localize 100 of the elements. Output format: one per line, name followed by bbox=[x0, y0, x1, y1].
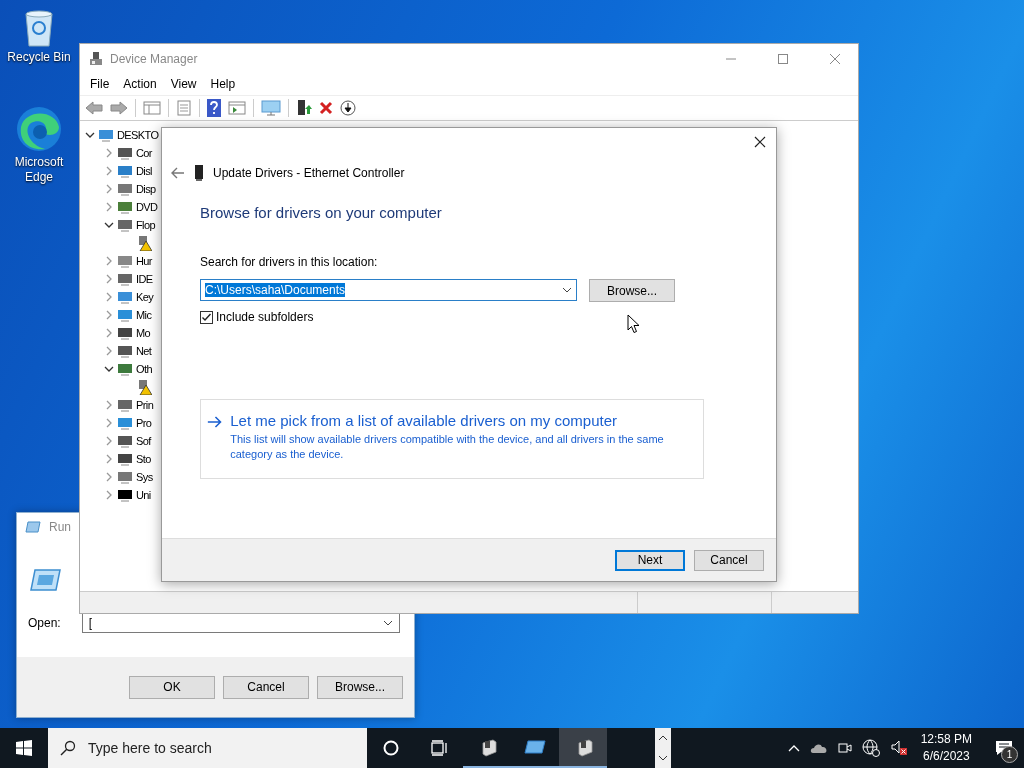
update-driver-icon[interactable] bbox=[296, 99, 312, 117]
collapsed-chevron-icon[interactable] bbox=[104, 490, 114, 500]
tree-item[interactable]: Sto bbox=[136, 453, 151, 465]
tree-item[interactable]: Hur bbox=[136, 255, 152, 267]
collapsed-chevron-icon[interactable] bbox=[104, 166, 114, 176]
desktop-icon-label[interactable]: Microsoft Edge bbox=[7, 155, 71, 185]
expanded-chevron-icon[interactable] bbox=[85, 130, 95, 140]
browse-button[interactable]: Browse... bbox=[589, 279, 675, 302]
dialog-button[interactable]: Cancel bbox=[223, 675, 309, 699]
back-arrow-icon[interactable] bbox=[171, 167, 185, 179]
device-icon bbox=[117, 487, 133, 503]
device-icon bbox=[117, 451, 133, 467]
tree-item[interactable]: Mo bbox=[136, 327, 151, 339]
collapsed-chevron-icon[interactable] bbox=[104, 202, 114, 212]
taskbar-scroller[interactable] bbox=[655, 728, 671, 768]
tree-item[interactable]: Cor bbox=[136, 147, 152, 159]
device-icon bbox=[117, 217, 133, 233]
tree-item[interactable]: DVD bbox=[136, 201, 158, 213]
tree-item[interactable]: IDE bbox=[136, 273, 153, 285]
collapsed-chevron-icon[interactable] bbox=[104, 346, 114, 356]
mouse-cursor-icon bbox=[627, 314, 640, 334]
dialog-button[interactable]: Browse... bbox=[317, 675, 403, 699]
collapsed-chevron-icon[interactable] bbox=[104, 472, 114, 482]
menu-item[interactable]: Help bbox=[203, 75, 243, 93]
warning-device-icon[interactable] bbox=[136, 235, 152, 251]
forward-arrow-icon[interactable] bbox=[110, 101, 128, 115]
collapsed-chevron-icon[interactable] bbox=[104, 292, 114, 302]
expanded-chevron-icon[interactable] bbox=[104, 364, 114, 374]
tree-item[interactable]: Prin bbox=[136, 399, 154, 411]
tree-item[interactable]: Key bbox=[136, 291, 154, 303]
checkbox-label[interactable]: Include subfolders bbox=[216, 310, 314, 324]
maximize-icon[interactable] bbox=[777, 52, 789, 65]
help-icon[interactable] bbox=[207, 99, 221, 117]
tree-item[interactable]: Sys bbox=[136, 471, 153, 483]
tree-item[interactable]: Mic bbox=[136, 309, 152, 321]
delete-icon[interactable] bbox=[319, 101, 333, 115]
scroll-up-icon[interactable] bbox=[658, 735, 668, 741]
menu-item[interactable]: Action bbox=[116, 75, 164, 93]
cloud-icon[interactable] bbox=[809, 743, 828, 753]
warning-device-icon[interactable] bbox=[136, 379, 152, 395]
tree-item[interactable]: Oth bbox=[136, 363, 152, 375]
search-field[interactable]: Type here to search bbox=[48, 728, 367, 768]
location-field[interactable]: C:\Users\saha\Documents bbox=[200, 278, 577, 301]
dialog-button[interactable]: Cancel bbox=[694, 549, 764, 571]
pick-driver-option[interactable]: Let me pick from a list of available drivers on my computer This list will show available drivers compatible with the device, and all drivers in the same category as the device. bbox=[200, 399, 704, 479]
collapsed-chevron-icon[interactable] bbox=[104, 274, 114, 284]
option-title: Let me pick from a list of available drivers on my computer bbox=[230, 412, 619, 429]
device-icon bbox=[117, 469, 133, 485]
back-arrow-icon[interactable] bbox=[85, 101, 103, 115]
window-title: Device Manager bbox=[110, 51, 198, 66]
tree-item[interactable]: Net bbox=[136, 345, 152, 357]
device-icon bbox=[117, 289, 133, 305]
tree-item[interactable]: Pro bbox=[136, 417, 152, 429]
collapsed-chevron-icon[interactable] bbox=[104, 310, 114, 320]
collapsed-chevron-icon[interactable] bbox=[104, 256, 114, 266]
collapsed-chevron-icon[interactable] bbox=[104, 454, 114, 464]
tree-item[interactable]: DESKTO bbox=[117, 129, 159, 141]
notification-badge: 1 bbox=[1001, 746, 1018, 763]
menu-item[interactable]: View bbox=[163, 75, 204, 93]
globe-icon[interactable] bbox=[861, 739, 880, 757]
scroll-down-icon[interactable] bbox=[658, 755, 668, 761]
taskbar-app[interactable] bbox=[559, 728, 607, 768]
dialog-button[interactable]: OK bbox=[129, 675, 215, 699]
muted-speaker-icon[interactable] bbox=[889, 740, 908, 756]
device-icon bbox=[117, 307, 133, 323]
cortana-circle-icon[interactable] bbox=[383, 740, 399, 756]
tree-item[interactable]: Flop bbox=[136, 219, 155, 231]
device-icon bbox=[117, 433, 133, 449]
tree-item[interactable]: Disp bbox=[136, 183, 156, 195]
collapsed-chevron-icon[interactable] bbox=[104, 436, 114, 446]
monitor-icon[interactable] bbox=[261, 100, 281, 116]
task-view-icon[interactable] bbox=[430, 740, 448, 756]
clock-time[interactable]: 12:58 PM bbox=[920, 731, 972, 748]
device-icon bbox=[117, 163, 133, 179]
tree-item[interactable]: Uni bbox=[136, 489, 151, 501]
desktop-icon-label[interactable]: Recycle Bin bbox=[7, 50, 71, 65]
collapsed-chevron-icon[interactable] bbox=[104, 148, 114, 158]
recycle-bin-icon[interactable] bbox=[22, 8, 56, 48]
collapsed-chevron-icon[interactable] bbox=[104, 400, 114, 410]
tree-item[interactable]: Sof bbox=[136, 435, 151, 447]
close-icon[interactable] bbox=[754, 136, 766, 148]
chevron-up-icon[interactable] bbox=[787, 744, 800, 752]
tree-item[interactable]: Disl bbox=[136, 165, 152, 177]
collapsed-chevron-icon[interactable] bbox=[104, 184, 114, 194]
dialog-heading: Browse for drivers on your computer bbox=[200, 204, 443, 221]
clock-date[interactable]: 6/6/2023 bbox=[922, 748, 970, 765]
menu-item[interactable]: File bbox=[83, 75, 117, 93]
dialog-button[interactable]: Next bbox=[615, 549, 685, 571]
location-label: Search for drivers in this location: bbox=[200, 255, 379, 269]
open-label: Open: bbox=[28, 616, 61, 630]
collapsed-chevron-icon[interactable] bbox=[104, 418, 114, 428]
download-icon[interactable] bbox=[340, 100, 356, 116]
dialog-title: Update Drivers - Ethernet Controller bbox=[213, 166, 405, 180]
camera-icon[interactable] bbox=[837, 740, 852, 756]
checkbox[interactable] bbox=[200, 310, 213, 324]
expanded-chevron-icon[interactable] bbox=[104, 220, 114, 230]
edge-icon[interactable] bbox=[15, 105, 63, 153]
option-description: This list will show available drivers compatible with the device, and all drivers in the same category as the device. bbox=[230, 432, 665, 462]
window-icon[interactable] bbox=[228, 101, 246, 115]
collapsed-chevron-icon[interactable] bbox=[104, 328, 114, 338]
